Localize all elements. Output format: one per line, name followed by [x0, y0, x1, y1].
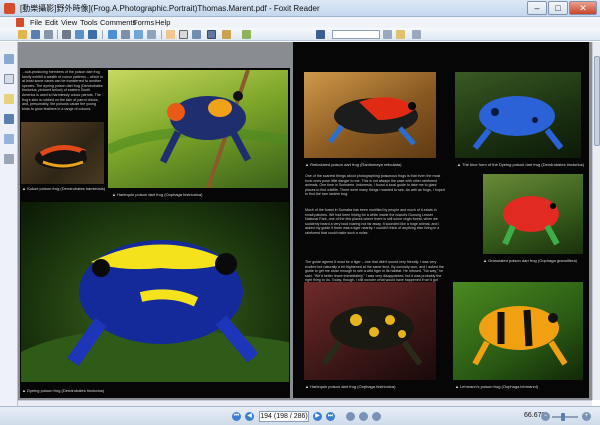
status-bar: ⏮ ◀ 194 (198 / 286) ▶ ⏭ 66.67% − +: [0, 406, 600, 425]
toolbar-separator: [57, 30, 58, 39]
page-number-field[interactable]: 194 (198 / 286): [259, 411, 309, 422]
caption-blue-dyeing: ▲ The blue form of the Dyeing poison dar…: [457, 162, 585, 167]
caption-granulated: ▲ Granulated poison dart frog (Oophaga g…: [483, 258, 578, 263]
print-icon[interactable]: [62, 30, 71, 39]
menu-forms[interactable]: Forms: [133, 17, 154, 28]
document-viewer[interactable]: ...sub-producing members of the poison d…: [18, 42, 592, 400]
quote-paragraph-3: The guide agreed it must be a tiger – on…: [305, 260, 444, 284]
pencil-icon[interactable]: [242, 30, 251, 39]
save-as-icon[interactable]: [44, 30, 53, 39]
zoom-slider-handle[interactable]: [561, 413, 565, 421]
bookmarks-icon[interactable]: [4, 54, 14, 64]
web-icon[interactable]: [134, 30, 143, 39]
binoculars-icon[interactable]: [316, 30, 325, 39]
open-icon[interactable]: [18, 30, 27, 39]
image-tool-icon[interactable]: [207, 30, 216, 39]
harlequin-frog-photo-right: [304, 282, 436, 380]
vertical-scroll-thumb[interactable]: [594, 56, 600, 146]
quote-paragraph-1: One of the scariest things about photogr…: [305, 174, 445, 197]
layers-icon[interactable]: [4, 94, 14, 104]
zoom-dropdown-icon[interactable]: [222, 30, 231, 39]
toolbar-separator: [161, 30, 162, 39]
search-input[interactable]: [332, 30, 380, 39]
document-properties-icon[interactable]: [88, 30, 97, 39]
minimize-button[interactable]: –: [527, 1, 547, 15]
select-text-icon[interactable]: [179, 30, 188, 39]
navigation-panel: [0, 42, 18, 406]
next-page-icon[interactable]: ▶: [313, 412, 322, 421]
email-icon[interactable]: [75, 30, 84, 39]
foxit-app-icon[interactable]: [4, 3, 15, 14]
attachments-icon[interactable]: [4, 114, 14, 124]
lehmann-frog-photo: [453, 282, 583, 380]
zoom-slider[interactable]: [552, 416, 578, 418]
grid-icon[interactable]: [121, 30, 130, 39]
menu-tools[interactable]: Tools: [80, 17, 98, 28]
pages-icon[interactable]: [4, 74, 14, 84]
caption-reticulated: ▲ Reticulated poison dart frog (Ranitome…: [305, 162, 402, 167]
search-next-icon[interactable]: [396, 30, 405, 39]
blue-dyeing-frog-photo: [455, 72, 581, 158]
menu-bar: File Edit View Tools Comments Forms Help: [0, 17, 600, 28]
menu-edit[interactable]: Edit: [45, 17, 58, 28]
window-title: [動樂攝影]野外時像](Frog.A.Photographic.Portrait…: [20, 4, 320, 13]
page-options-icon[interactable]: [412, 30, 421, 39]
zoom-out-icon[interactable]: −: [541, 412, 550, 421]
snapshot-icon[interactable]: [192, 30, 201, 39]
menu-file[interactable]: File: [30, 17, 42, 28]
save-icon[interactable]: [31, 30, 40, 39]
close-button[interactable]: ✕: [569, 1, 597, 15]
maximize-button[interactable]: □: [548, 1, 568, 15]
document-icon[interactable]: [16, 18, 24, 27]
reticulated-frog-photo: [304, 72, 436, 158]
continuous-view-icon[interactable]: [359, 412, 368, 421]
vertical-scrollbar[interactable]: [592, 42, 600, 400]
main-toolbar: [0, 28, 600, 41]
facing-view-icon[interactable]: [372, 412, 381, 421]
menu-comments[interactable]: Comments: [100, 17, 136, 28]
previous-page-icon[interactable]: ◀: [245, 412, 254, 421]
caption-lehmann: ▲ Lehmann's poison frog (Oophaga lehmann…: [455, 384, 538, 389]
kokoe-frog-photo: [21, 122, 104, 184]
screen-icon[interactable]: [108, 30, 117, 39]
harlequin-frog-photo: [108, 70, 288, 188]
arrow-icon[interactable]: [147, 30, 156, 39]
pdf-page-right: ▲ Reticulated poison dart frog (Ranitome…: [293, 42, 589, 398]
caption-harlequin: ▲ Harlequin poison dart frog (Oophaga hi…: [112, 192, 203, 197]
search-previous-icon[interactable]: [383, 30, 392, 39]
quote-paragraph-2: Much of the forest in Sumatra has been m…: [305, 208, 440, 235]
caption-kokoe: ▲ Kokoe poison frog (Dendrobates hamlens…: [22, 186, 106, 191]
menu-help[interactable]: Help: [155, 17, 170, 28]
single-page-view-icon[interactable]: [346, 412, 355, 421]
pdf-page-left: ...sub-producing members of the poison d…: [20, 68, 290, 398]
toolbar-separator: [102, 30, 103, 39]
caption-dyeing: ▲ Dyeing poison frog (Dendrobates tincto…: [22, 388, 105, 393]
zoom-in-icon[interactable]: +: [582, 412, 591, 421]
comments-icon[interactable]: [4, 134, 14, 144]
dyeing-frog-photo: [21, 202, 289, 382]
granulated-frog-photo: [483, 174, 583, 254]
title-bar: [動樂攝影]野外時像](Frog.A.Photographic.Portrait…: [0, 0, 600, 17]
first-page-icon[interactable]: ⏮: [232, 412, 241, 421]
hand-tool-icon[interactable]: [166, 30, 175, 39]
menu-view[interactable]: View: [61, 17, 77, 28]
signatures-icon[interactable]: [4, 154, 14, 164]
last-page-icon[interactable]: ⏭: [326, 412, 335, 421]
caption-harlequin-right: ▲ Harlequin poison dart frog (Oophaga hi…: [305, 384, 396, 389]
